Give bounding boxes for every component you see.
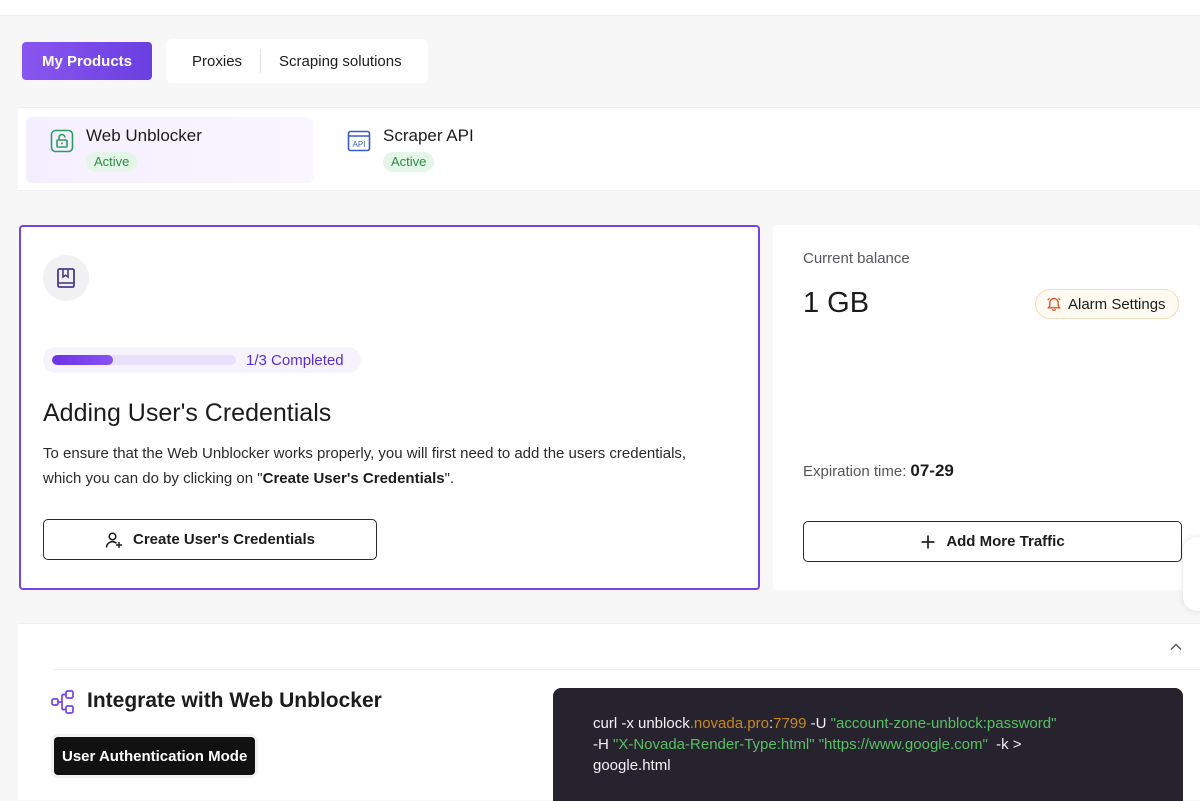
code-snippet[interactable]: curl -x unblock.novada.pro:7799 -U "acco… [553, 688, 1183, 801]
book-icon-wrap [43, 255, 89, 301]
code-port: 7799 [773, 715, 807, 732]
add-more-traffic-button[interactable]: Add More Traffic [803, 521, 1182, 562]
products-row: Web Unblocker Active API Scraper API Act… [18, 107, 1200, 191]
alarm-settings-label: Alarm Settings [1068, 295, 1166, 313]
balance-label: Current balance [803, 250, 910, 267]
progress-track [52, 355, 236, 365]
integration-section: Integrate with Web Unblocker User Authen… [18, 623, 1200, 801]
code-header: "X-Novada-Render-Type:html" [613, 736, 815, 753]
code-tail: -k > [987, 736, 1022, 753]
guide-title: Adding User's Credentials [43, 399, 332, 427]
tab-group: Proxies Scraping solutions [166, 39, 428, 83]
status-badge: Active [383, 152, 435, 172]
product-name: Web Unblocker [86, 126, 202, 145]
lock-icon [50, 129, 74, 153]
product-card-web-unblocker[interactable]: Web Unblocker Active [26, 117, 313, 183]
balance-value: 1 GB [803, 287, 870, 319]
create-credentials-label: Create User's Credentials [133, 531, 315, 548]
alarm-bell-icon [1047, 297, 1061, 311]
status-badge: Active [86, 152, 138, 172]
product-name: Scraper API [383, 126, 474, 145]
code-url: "https://www.google.com" [818, 736, 988, 753]
guide-description: To ensure that the Web Unblocker works p… [43, 441, 693, 491]
tab-scraping-solutions[interactable]: Scraping solutions [261, 53, 420, 70]
code-user: "account-zone-unblock:password" [830, 715, 1057, 732]
section-divider [54, 669, 1200, 670]
code-line-3: google.html [593, 757, 671, 774]
guide-desc-end: ". [444, 470, 455, 487]
alarm-settings-button[interactable]: Alarm Settings [1035, 289, 1179, 319]
expiration-label: Expiration time: [803, 463, 907, 480]
tab-my-products[interactable]: My Products [22, 42, 153, 80]
add-user-icon [105, 531, 122, 548]
code-user-flag: -U [806, 715, 831, 732]
guide-desc-emphasis: Create User's Credentials [262, 470, 445, 487]
user-auth-mode-button[interactable]: User Authentication Mode [54, 737, 256, 775]
progress-indicator: 1/3 Completed [43, 347, 361, 373]
create-credentials-button[interactable]: Create User's Credentials [43, 519, 377, 560]
code-header-flag: -H [593, 736, 613, 753]
expiration-value: 07-29 [910, 461, 954, 480]
setup-guide-card: 1/3 Completed Adding User's Credentials … [19, 225, 760, 590]
api-icon-text: API [353, 140, 366, 149]
progress-fill [52, 355, 113, 365]
side-floating-tab[interactable] [1183, 537, 1200, 611]
progress-text: 1/3 Completed [246, 351, 344, 369]
code-cmd: curl -x unblock [593, 715, 690, 732]
api-icon: API [347, 130, 371, 152]
integration-nodes-icon [51, 690, 74, 714]
product-card-scraper-api[interactable]: API Scraper API Active [323, 117, 610, 183]
expiration: Expiration time: 07-29 [803, 461, 954, 481]
chevron-up-icon[interactable] [1169, 640, 1183, 654]
integration-title: Integrate with Web Unblocker [87, 689, 382, 712]
balance-card: Current balance 1 GB Alarm Settings Expi… [773, 225, 1200, 590]
book-icon [57, 268, 75, 288]
code-line-1: curl -x unblock.novada.pro:7799 -U "acco… [593, 713, 1183, 734]
add-more-traffic-label: Add More Traffic [946, 533, 1065, 550]
tab-proxies[interactable]: Proxies [174, 53, 260, 70]
top-bar [0, 0, 1200, 16]
code-host: .novada.pro [689, 715, 769, 732]
code-line-2: -H "X-Novada-Render-Type:html" "https://… [593, 734, 1183, 755]
plus-icon [921, 535, 935, 548]
product-nav-tabs: My Products Proxies Scraping solutions [18, 39, 428, 83]
